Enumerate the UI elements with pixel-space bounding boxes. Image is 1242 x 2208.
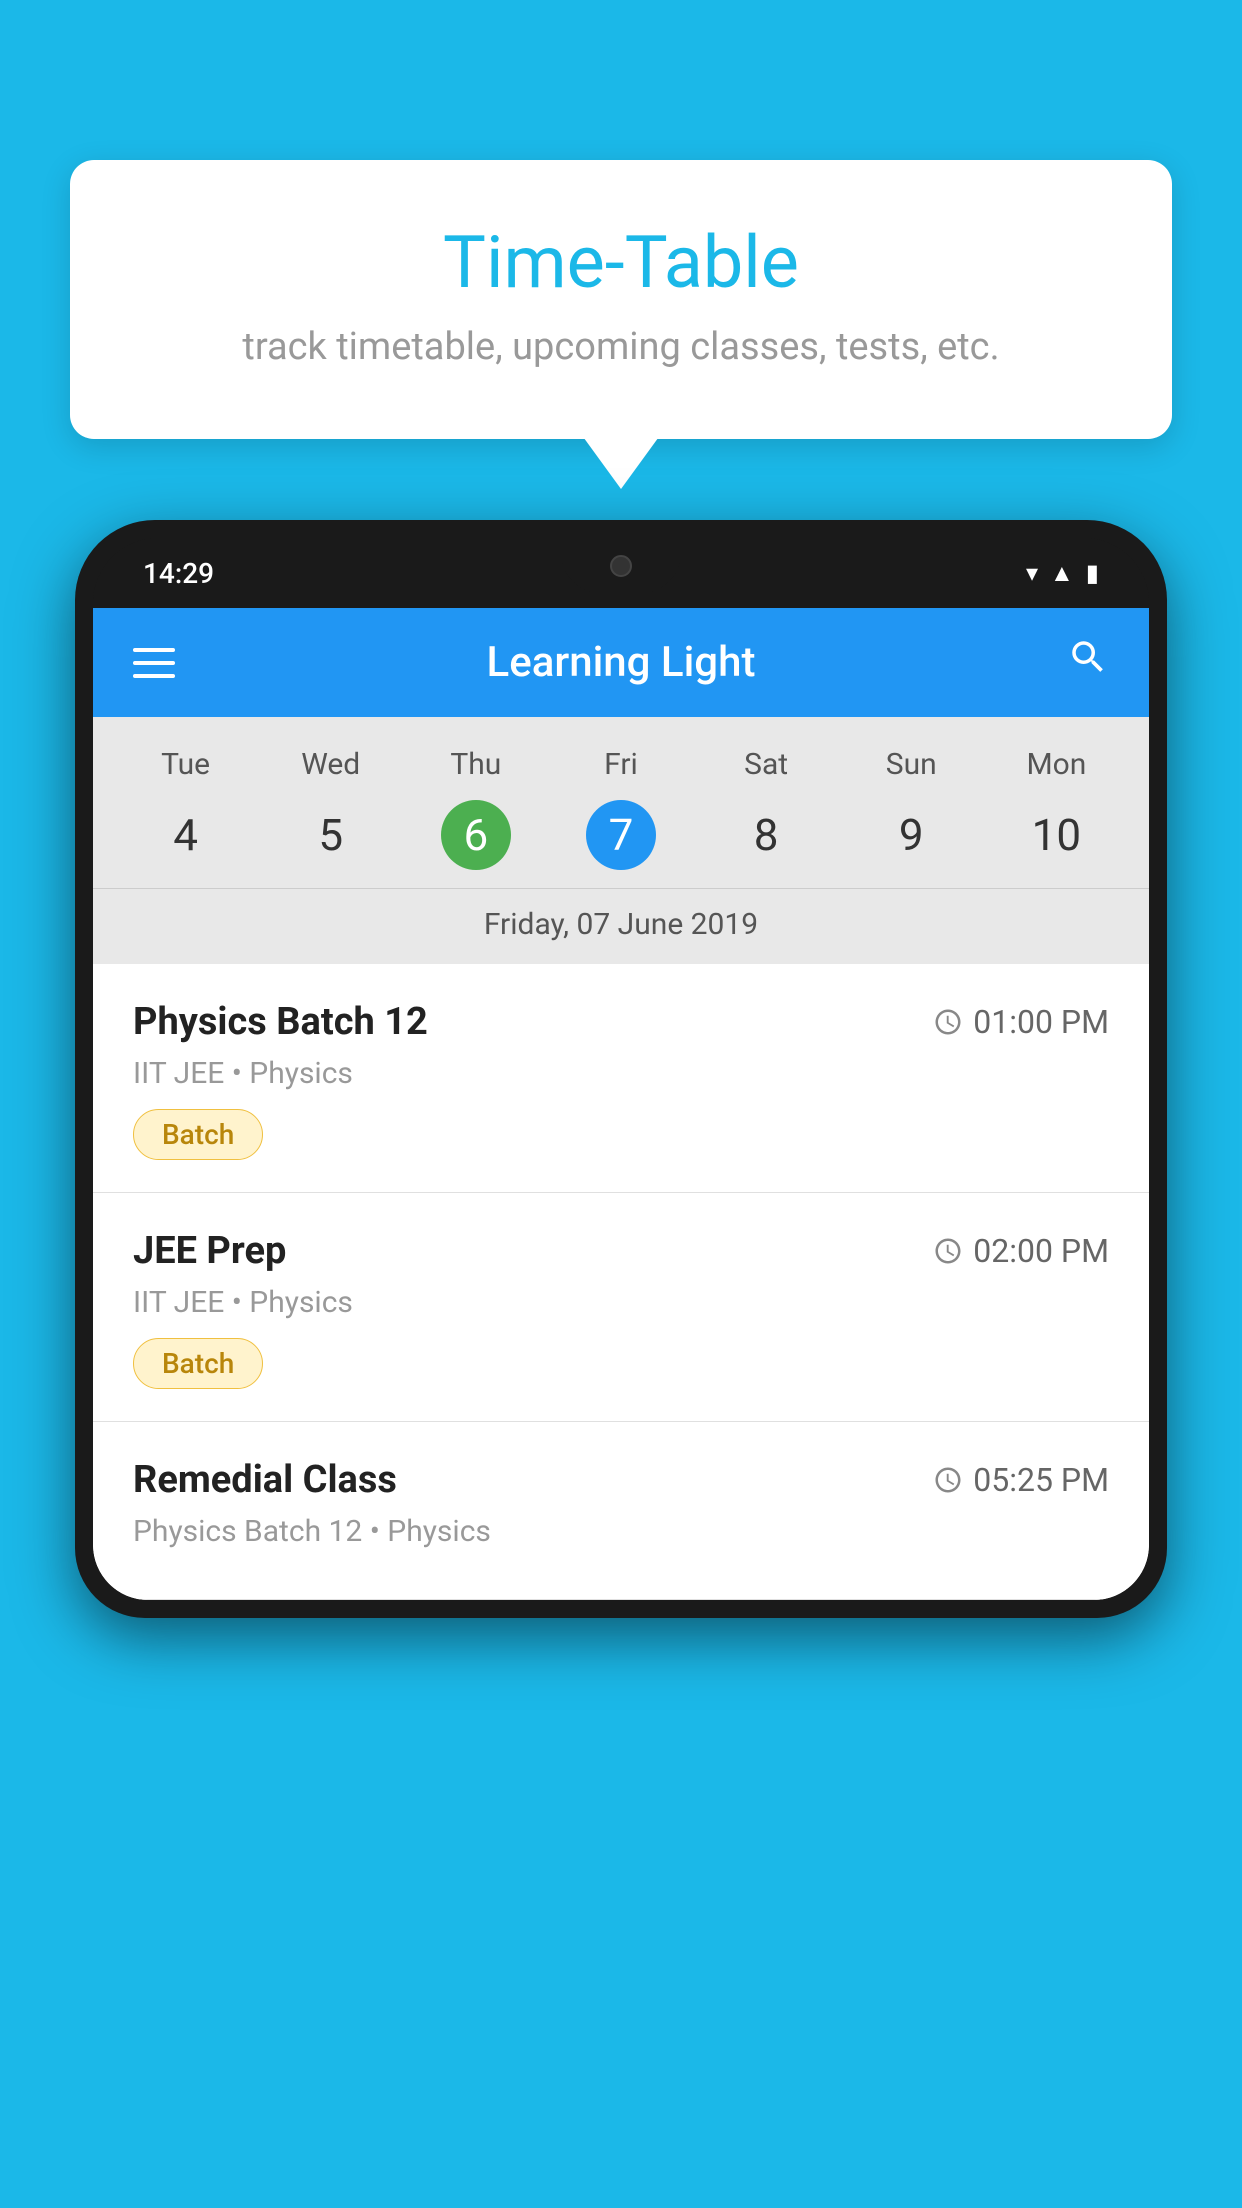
menu-button[interactable]	[133, 648, 175, 678]
day-col-5[interactable]: Wed 5	[296, 747, 366, 870]
hamburger-line-1	[133, 648, 175, 652]
day-col-8[interactable]: Sat 8	[731, 747, 801, 870]
day-col-7[interactable]: Fri 7	[586, 747, 656, 870]
tooltip-title: Time-Table	[140, 220, 1102, 305]
day-col-4[interactable]: Tue 4	[151, 747, 221, 870]
time-text: 05:25 PM	[973, 1461, 1109, 1499]
phone-mockup: 14:29 ▾ ▲ ▮	[75, 520, 1167, 2208]
day-col-10[interactable]: Mon 10	[1021, 747, 1091, 870]
batch-tag: Batch	[133, 1338, 263, 1389]
time-text: 02:00 PM	[973, 1232, 1109, 1270]
day-label: Mon	[1026, 747, 1086, 782]
calendar-section: Tue 4 Wed 5 Thu 6 Fri 7 Sat 8 Sun 9 Mon 10 Friday, 07…	[93, 717, 1149, 964]
hamburger-line-2	[133, 661, 175, 665]
battery-icon: ▮	[1086, 559, 1099, 587]
status-bar: 14:29 ▾ ▲ ▮	[93, 538, 1149, 608]
schedule-item-header: JEE Prep 02:00 PM	[133, 1229, 1109, 1273]
signal-icon: ▲	[1050, 559, 1074, 588]
schedule-item-sub: Physics Batch 12 • Physics	[133, 1514, 1109, 1549]
day-col-6[interactable]: Thu 6	[441, 747, 511, 870]
schedule-item-time: 05:25 PM	[933, 1461, 1109, 1499]
camera	[610, 555, 632, 577]
tooltip-bubble: Time-Table track timetable, upcoming cla…	[70, 160, 1172, 439]
app-title: Learning Light	[487, 638, 756, 687]
days-row: Tue 4 Wed 5 Thu 6 Fri 7 Sat 8 Sun 9 Mon 10	[93, 747, 1149, 888]
day-label: Thu	[450, 747, 501, 782]
schedule-item-1[interactable]: JEE Prep 02:00 PM IIT JEE • Physics Batch	[93, 1193, 1149, 1422]
clock-icon	[933, 1007, 963, 1037]
schedule-item-title: JEE Prep	[133, 1229, 286, 1273]
app-topbar: Learning Light	[93, 608, 1149, 717]
tooltip-subtitle: track timetable, upcoming classes, tests…	[140, 325, 1102, 369]
schedule-item-time: 01:00 PM	[933, 1003, 1109, 1041]
schedule-item-2[interactable]: Remedial Class 05:25 PM Physics Batch 12 •…	[93, 1422, 1149, 1600]
schedule-item-0[interactable]: Physics Batch 12 01:00 PM IIT JEE • Physic…	[93, 964, 1149, 1193]
day-number: 5	[296, 800, 366, 870]
schedule-item-title: Physics Batch 12	[133, 1000, 428, 1044]
day-label: Fri	[604, 747, 638, 782]
schedule-item-sub: IIT JEE • Physics	[133, 1056, 1109, 1091]
schedule-item-sub: IIT JEE • Physics	[133, 1285, 1109, 1320]
phone-outer-frame: 14:29 ▾ ▲ ▮	[75, 520, 1167, 1618]
notch	[561, 538, 681, 593]
time-text: 01:00 PM	[973, 1003, 1109, 1041]
day-label: Tue	[161, 747, 210, 782]
schedule-item-time: 02:00 PM	[933, 1232, 1109, 1270]
schedule-item-header: Remedial Class 05:25 PM	[133, 1458, 1109, 1502]
day-number: 10	[1021, 800, 1091, 870]
day-number: 7	[586, 800, 656, 870]
schedule-item-header: Physics Batch 12 01:00 PM	[133, 1000, 1109, 1044]
batch-tag: Batch	[133, 1109, 263, 1160]
hamburger-line-3	[133, 674, 175, 678]
wifi-icon: ▾	[1026, 559, 1038, 587]
day-label: Wed	[301, 747, 360, 782]
schedule-list: Physics Batch 12 01:00 PM IIT JEE • Physic…	[93, 964, 1149, 1600]
clock-icon	[933, 1465, 963, 1495]
status-icons: ▾ ▲ ▮	[1026, 559, 1099, 588]
day-col-9[interactable]: Sun 9	[876, 747, 946, 870]
search-button[interactable]	[1067, 636, 1109, 689]
clock-icon	[933, 1236, 963, 1266]
day-label: Sun	[886, 747, 937, 782]
schedule-item-title: Remedial Class	[133, 1458, 397, 1502]
day-number: 6	[441, 800, 511, 870]
day-number: 4	[151, 800, 221, 870]
selected-date: Friday, 07 June 2019	[93, 888, 1149, 964]
day-number: 8	[731, 800, 801, 870]
phone-inner-frame: 14:29 ▾ ▲ ▮	[93, 538, 1149, 1600]
status-time: 14:29	[143, 557, 214, 590]
day-label: Sat	[744, 747, 788, 782]
day-number: 9	[876, 800, 946, 870]
app-screen: Learning Light Tue 4 Wed 5 Thu 6 Fri 7 Sat 8 Sun 9 M…	[93, 608, 1149, 1600]
